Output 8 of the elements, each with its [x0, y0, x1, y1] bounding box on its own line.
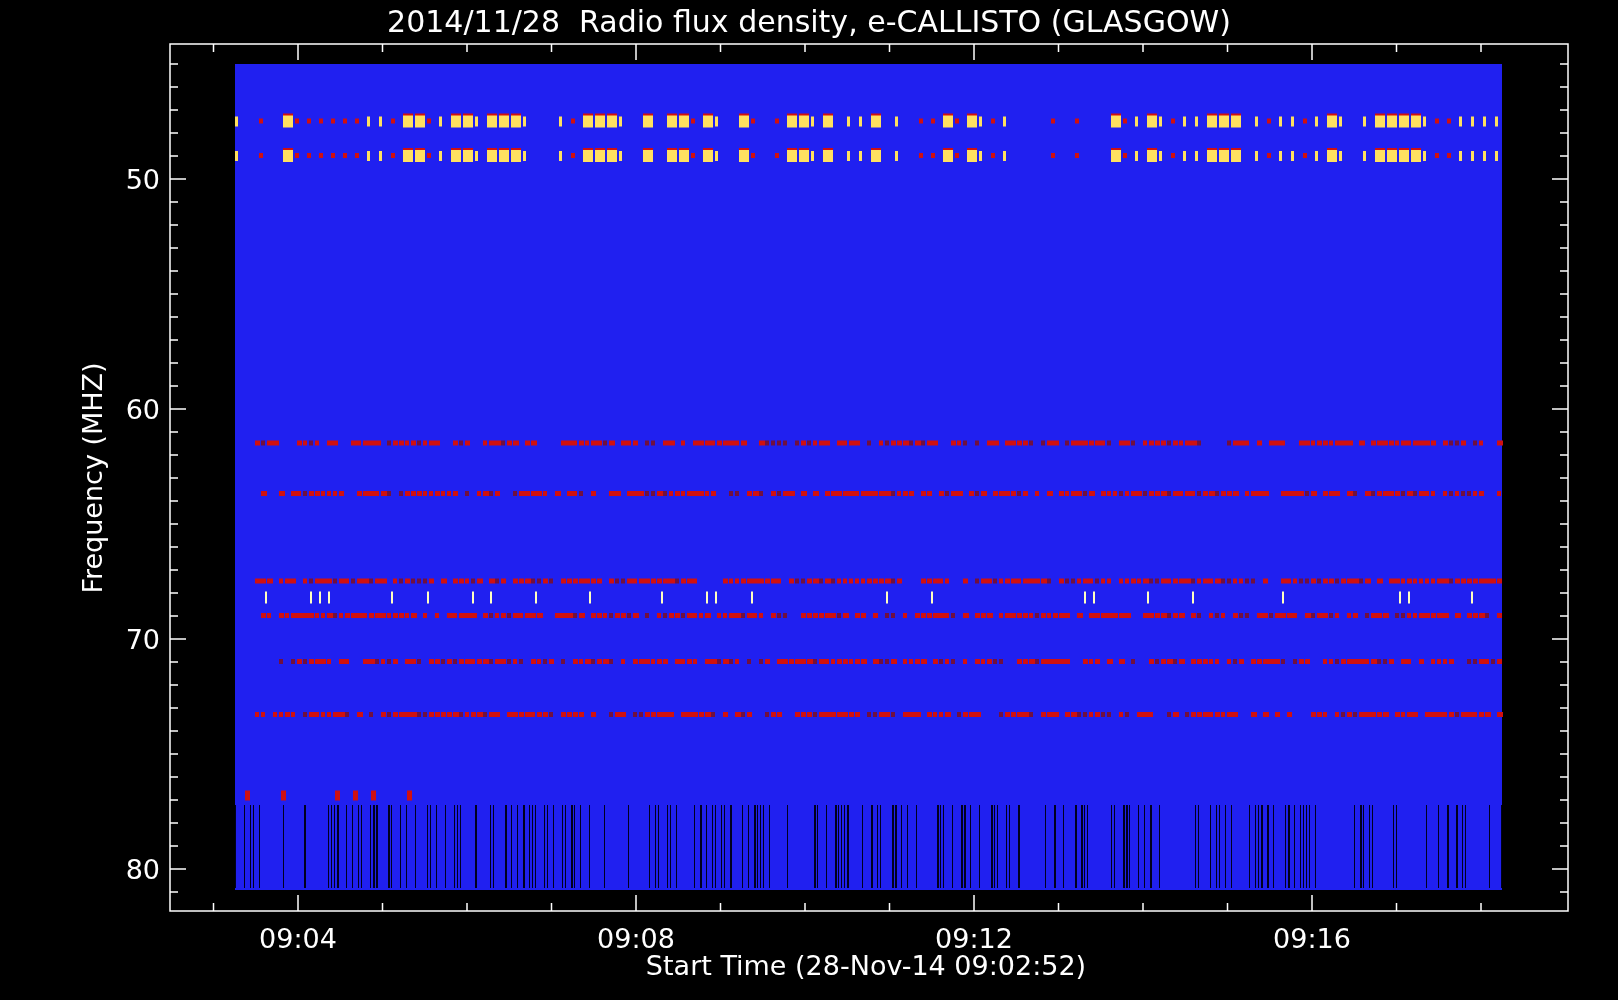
x-tick-label: 09:16 — [1273, 923, 1351, 954]
x-tick-label: 09:04 — [259, 923, 337, 954]
y-tick-label: 50 — [125, 164, 160, 195]
y-axis-title: Frequency (MHZ) — [77, 362, 108, 594]
y-tick-label: 70 — [125, 624, 160, 655]
y-tick-label: 80 — [125, 854, 160, 885]
y-tick-label: 60 — [125, 394, 160, 425]
chart-title: 2014/11/28 Radio flux density, e-CALLISTO (GLASGOW) — [387, 4, 1231, 39]
